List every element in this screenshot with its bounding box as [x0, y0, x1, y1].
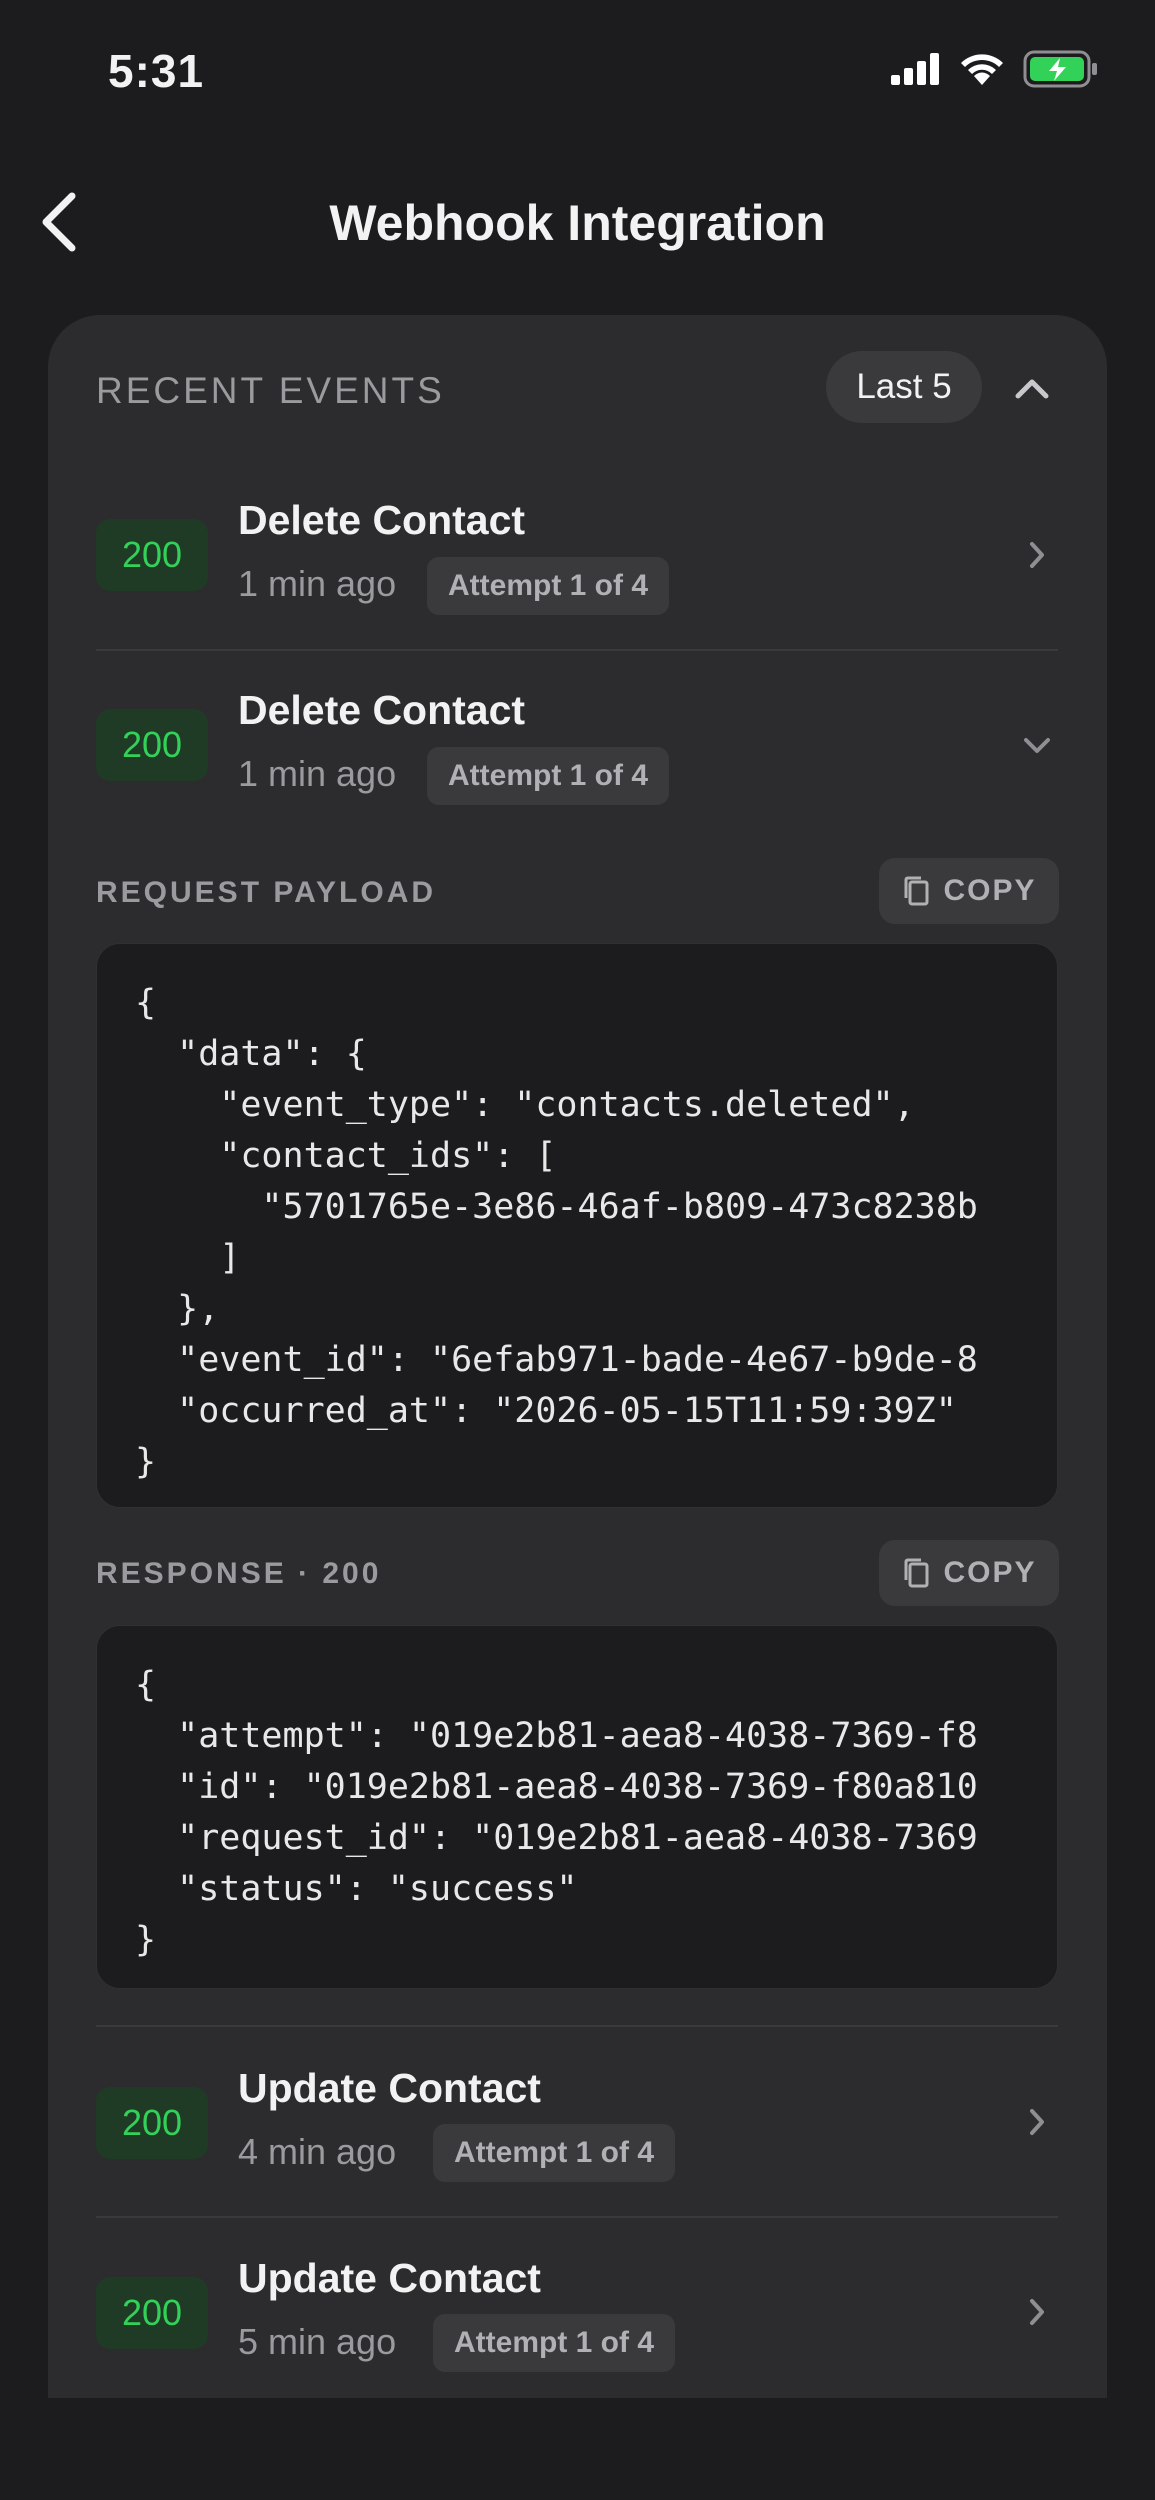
- page-title: Webhook Integration: [329, 195, 826, 251]
- copy-icon: [904, 1558, 929, 1588]
- copy-label: COPY: [943, 1556, 1037, 1589]
- attempt-badge: Attempt 1 of 4: [427, 557, 670, 615]
- chevron-right-icon: [1030, 542, 1044, 568]
- status-badge: 200: [96, 709, 208, 781]
- attempt-badge: Attempt 1 of 4: [433, 2314, 676, 2372]
- event-title: Update Contact: [238, 2255, 541, 2301]
- attempt-badge: Attempt 1 of 4: [427, 747, 670, 805]
- attempt-badge: Attempt 1 of 4: [433, 2124, 676, 2182]
- event-time: 4 min ago: [238, 2131, 397, 2172]
- divider: [96, 649, 1058, 651]
- request-code-block: { "data": { "event_type": "contacts.dele…: [96, 943, 1058, 1508]
- divider: [96, 2216, 1058, 2218]
- status-badge: 200: [96, 2087, 208, 2159]
- status-badge: 200: [96, 519, 208, 591]
- last-filter-pill[interactable]: Last 5: [826, 351, 982, 423]
- chevron-right-icon: [1030, 2109, 1044, 2135]
- event-time: 1 min ago: [238, 563, 397, 604]
- divider: [96, 2025, 1058, 2027]
- status-icons: [891, 50, 1099, 88]
- event-title: Delete Contact: [238, 497, 526, 543]
- bottom-safe-area: [0, 2398, 1155, 2500]
- event-time: 5 min ago: [238, 2321, 397, 2362]
- status-time: 5:31: [108, 45, 205, 97]
- event-title: Update Contact: [238, 2065, 541, 2111]
- request-payload-label: REQUEST PAYLOAD: [96, 876, 437, 909]
- event-time: 1 min ago: [238, 753, 397, 794]
- copy-request-button[interactable]: COPY: [879, 858, 1059, 924]
- request-code: { "data": { "event_type": "contacts.dele…: [135, 983, 978, 1482]
- response-label: RESPONSE · 200: [96, 1557, 382, 1590]
- copy-response-button[interactable]: COPY: [879, 1540, 1059, 1606]
- response-code: { "attempt": "019e2b81-aea8-4038-7369-f8…: [135, 1665, 978, 1960]
- chevron-right-icon: [1030, 2299, 1044, 2325]
- response-code-block: { "attempt": "019e2b81-aea8-4038-7369-f8…: [96, 1625, 1058, 1989]
- section-title: RECENT EVENTS: [96, 370, 445, 411]
- chevron-up-icon[interactable]: [1012, 370, 1052, 404]
- chevron-down-icon: [1024, 738, 1050, 753]
- wifi-icon: [961, 54, 1003, 85]
- copy-icon: [904, 876, 929, 906]
- copy-label: COPY: [943, 874, 1037, 907]
- battery-charging-icon: [1023, 50, 1097, 88]
- signal-icon: [891, 53, 939, 85]
- status-badge: 200: [96, 2277, 208, 2349]
- event-title: Delete Contact: [238, 687, 526, 733]
